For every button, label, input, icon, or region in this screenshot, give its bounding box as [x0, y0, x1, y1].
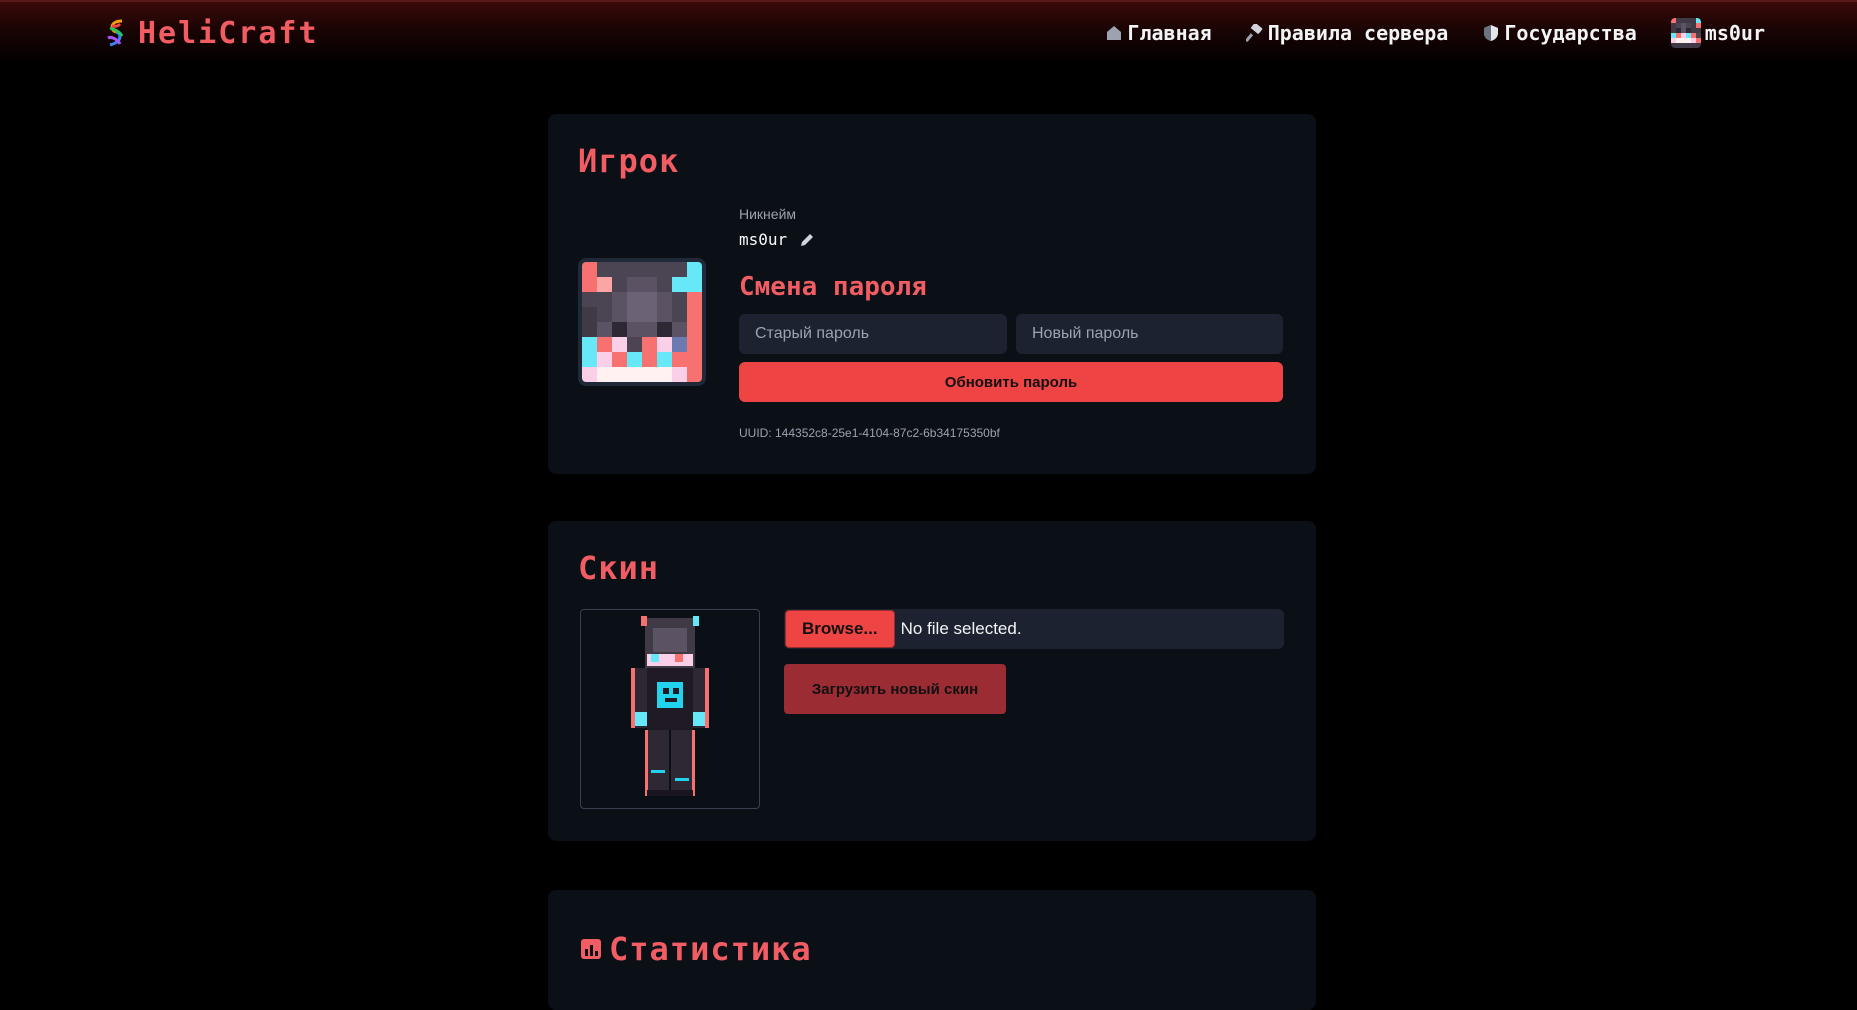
nickname-row: ms0ur	[739, 230, 815, 249]
skin-body-image	[631, 616, 709, 796]
nav-item-label: Государства	[1504, 21, 1637, 45]
hammer-icon	[1245, 24, 1263, 42]
nav-item-label: ms0ur	[1704, 21, 1765, 45]
nav-item-states[interactable]: Государства	[1482, 21, 1637, 45]
nickname-label: Никнейм	[739, 206, 797, 222]
new-password-input[interactable]	[1016, 314, 1283, 354]
nav-item-label: Главная	[1127, 21, 1212, 45]
nav-item-label: Правила сервера	[1267, 21, 1449, 45]
update-password-button[interactable]: Обновить пароль	[739, 362, 1283, 402]
stats-card-title: Статистика	[609, 930, 812, 968]
shield-icon	[1484, 25, 1499, 41]
skin-file-input[interactable]: Browse... No file selected.	[784, 609, 1284, 649]
stats-card-header: Статистика	[581, 930, 812, 968]
player-head-image	[582, 262, 702, 382]
helix-logo-icon	[107, 19, 124, 47]
bar-chart-icon	[581, 939, 601, 959]
player-avatar	[578, 258, 706, 386]
uuid-text: UUID: 144352c8-25e1-4104-87c2-6b34175350…	[739, 426, 1000, 440]
password-change-title: Смена пароля	[739, 272, 927, 302]
skin-card: Скин Browse... No file selected. Загрузи…	[548, 521, 1316, 841]
nav-item-home[interactable]: Главная	[1105, 21, 1212, 45]
main-nav: Главная Правила сервера Государства ms0u…	[1105, 16, 1765, 50]
home-icon	[1107, 26, 1122, 40]
skin-card-title: Скин	[578, 549, 660, 587]
user-avatar	[1670, 18, 1701, 48]
player-card-title: Игрок	[578, 142, 680, 180]
nav-item-profile[interactable]: ms0ur	[1670, 18, 1765, 48]
player-card: Игрок Никнейм ms0ur Смена пароля Обновит…	[548, 114, 1316, 474]
upload-skin-button[interactable]: Загрузить новый скин	[784, 664, 1006, 714]
nav-item-rules[interactable]: Правила сервера	[1245, 21, 1449, 45]
skin-preview	[580, 609, 760, 809]
stats-card: Статистика	[548, 890, 1316, 1010]
site-logo[interactable]: HeliCraft	[104, 15, 319, 51]
site-title: HeliCraft	[138, 15, 319, 51]
file-status-text: No file selected.	[900, 619, 1022, 638]
nickname-value: ms0ur	[739, 230, 788, 249]
edit-pencil-icon[interactable]	[799, 232, 815, 248]
browse-button[interactable]: Browse...	[785, 610, 895, 648]
top-navigation-bar: HeliCraft Главная Правила сервера Госуда…	[0, 0, 1857, 64]
old-password-input[interactable]	[739, 314, 1007, 354]
